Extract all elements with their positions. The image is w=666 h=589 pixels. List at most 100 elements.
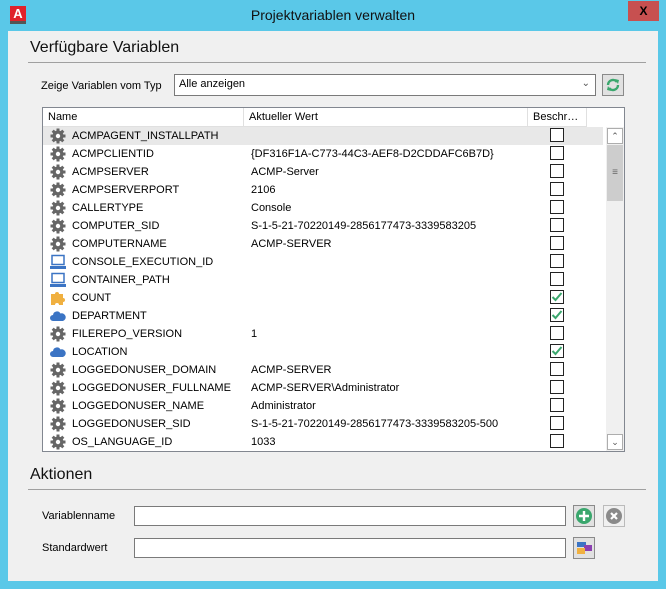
table-row[interactable]: CALLERTYPE Console [43,199,603,217]
description-checkbox[interactable] [550,416,564,430]
dialog-body: Verfügbare Variablen Zeige Variablen vom… [8,31,658,581]
chevron-down-icon: ⌄ [581,78,590,89]
table-row[interactable]: ACMPSERVERPORT 2106 [43,181,603,199]
cloud-icon [50,344,66,360]
variable-value: Administrator [251,400,316,412]
close-circle-icon [606,508,622,524]
variable-value: ACMP-SERVER\Administrator [251,382,400,394]
divider [28,489,646,490]
gear-icon [50,218,66,234]
refresh-button[interactable] [602,74,624,96]
scroll-down-button[interactable]: ⌄ [607,434,623,450]
gear-icon [50,182,66,198]
delete-variable-button[interactable] [603,505,625,527]
column-header-name[interactable]: Name [43,108,244,127]
window-title: Projektvariablen verwalten [250,7,416,23]
dropdown-value: Alle anzeigen [179,78,246,90]
gear-icon [50,380,66,396]
computer-icon [50,272,66,288]
description-checkbox[interactable] [550,128,564,142]
gear-icon [50,326,66,342]
add-variable-button[interactable] [573,505,595,527]
description-checkbox[interactable] [550,308,564,322]
variable-value: ACMP-SERVER [251,364,332,376]
divider [28,62,646,63]
description-checkbox[interactable] [550,218,564,232]
table-row[interactable]: ACMPSERVER ACMP-Server [43,163,603,181]
gear-icon [50,128,66,144]
description-checkbox[interactable] [550,398,564,412]
variable-name: LOCATION [72,346,128,358]
plus-circle-icon [576,508,592,524]
table-row[interactable]: CONTAINER_PATH [43,271,603,289]
variable-value: 1033 [251,436,276,448]
table-row[interactable]: FILEREPO_VERSION 1 [43,325,603,343]
variable-name: COMPUTER_SID [72,220,160,232]
vertical-scrollbar[interactable]: ⌃ ≡ ⌄ [606,127,624,451]
close-button[interactable]: X [628,1,659,21]
column-header-value[interactable]: Aktueller Wert [244,108,528,127]
variable-name: LOGGEDONUSER_SID [72,418,191,430]
variable-value: ACMP-SERVER [251,238,332,250]
description-checkbox[interactable] [550,380,564,394]
variable-value: 1 [251,328,258,340]
description-checkbox[interactable] [550,236,564,250]
variable-name: ACMPAGENT_INSTALLPATH [72,130,219,142]
computer-icon [50,254,66,270]
gear-icon [50,362,66,378]
description-checkbox[interactable] [550,326,564,340]
variable-name: ACMPCLIENTID [72,148,154,160]
variable-name: LOGGEDONUSER_FULLNAME [72,382,231,394]
table-row[interactable]: CONSOLE_EXECUTION_ID [43,253,603,271]
section-heading-available: Verfügbare Variablen [30,39,180,56]
table-row[interactable]: COMPUTER_SID S-1-5-21-70220149-285617747… [43,217,603,235]
type-filter-dropdown[interactable]: Alle anzeigen ⌄ [174,74,596,96]
table-row[interactable]: LOGGEDONUSER_NAME Administrator [43,397,603,415]
description-checkbox[interactable] [550,146,564,160]
variable-value: S-1-5-21-70220149-2856177473-3339583205 [251,220,477,232]
variable-value: Console [251,202,292,214]
gear-icon [50,416,66,432]
checkmark-icon [551,346,563,356]
varname-input[interactable] [134,506,566,526]
table-row[interactable]: COMPUTERNAME ACMP-SERVER [43,235,603,253]
table-row[interactable]: DEPARTMENT [43,307,603,325]
table-row[interactable]: ACMPAGENT_INSTALLPATH [43,127,603,145]
description-checkbox[interactable] [550,200,564,214]
section-heading-actions: Aktionen [30,466,93,483]
variable-value: 2106 [251,184,276,196]
table-row[interactable]: LOGGEDONUSER_SID S-1-5-21-70220149-28561… [43,415,603,433]
scroll-thumb[interactable]: ≡ [607,145,623,201]
filter-label: Zeige Variablen vom Typ [41,80,162,92]
title-bar: A Projektvariablen verwalten X [0,0,666,30]
description-checkbox[interactable] [550,344,564,358]
variable-name: OS_LANGUAGE_ID [72,436,173,448]
scroll-up-button[interactable]: ⌃ [607,128,623,144]
description-checkbox[interactable] [550,362,564,376]
column-header-description[interactable]: Beschr… [528,108,587,127]
default-value-input[interactable] [134,538,566,558]
gear-icon [50,434,66,450]
description-checkbox[interactable] [550,434,564,448]
description-checkbox[interactable] [550,182,564,196]
table-row[interactable]: LOGGEDONUSER_FULLNAME ACMP-SERVER\Admini… [43,379,603,397]
table-row[interactable]: ACMPCLIENTID {DF316F1A-C773-44C3-AEF8-D2… [43,145,603,163]
table-row[interactable]: LOGGEDONUSER_DOMAIN ACMP-SERVER [43,361,603,379]
description-checkbox[interactable] [550,164,564,178]
variable-name: CONSOLE_EXECUTION_ID [72,256,214,268]
table-row[interactable]: COUNT [43,289,603,307]
variable-picker-button[interactable] [573,537,595,559]
checkmark-icon [551,292,563,302]
varname-label: Variablenname [42,510,116,522]
description-checkbox[interactable] [550,290,564,304]
default-value-label: Standardwert [42,542,108,554]
description-checkbox[interactable] [550,254,564,268]
gear-icon [50,200,66,216]
table-row[interactable]: OS_LANGUAGE_ID 1033 [43,433,603,451]
blocks-icon [577,542,592,554]
description-checkbox[interactable] [550,272,564,286]
table-row[interactable]: LOCATION [43,343,603,361]
variable-name: ACMPSERVERPORT [72,184,180,196]
gear-icon [50,146,66,162]
variables-table: Name Aktueller Wert Beschr… ACMPAGENT_IN… [42,107,625,452]
